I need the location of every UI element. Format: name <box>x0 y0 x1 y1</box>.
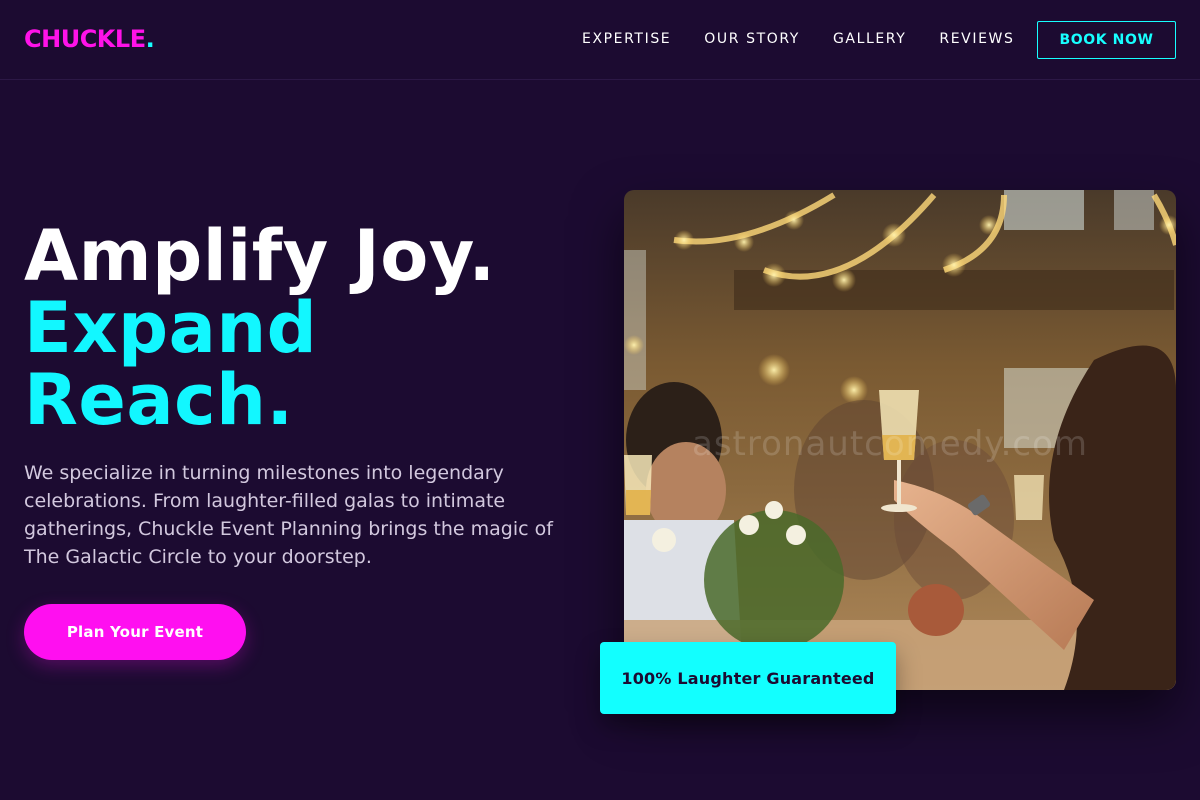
headline-line-2: Expand <box>24 287 318 369</box>
site-header: CHUCKLE. EXPERTISE OUR STORY GALLERY REV… <box>0 0 1200 80</box>
nav-link-expertise[interactable]: EXPERTISE <box>582 30 671 48</box>
plan-your-event-button[interactable]: Plan Your Event <box>24 604 246 660</box>
headline-line-1: Amplify Joy. <box>24 215 496 297</box>
logo-text: CHUCKLE <box>24 25 146 53</box>
main-nav: EXPERTISE OUR STORY GALLERY REVIEWS <box>582 30 1047 48</box>
nav-link-our-story[interactable]: OUR STORY <box>704 30 800 48</box>
hero-headline: Amplify Joy. Expand Reach. <box>24 220 584 436</box>
headline-line-3: Reach. <box>24 359 294 441</box>
nav-link-gallery[interactable]: GALLERY <box>833 30 906 48</box>
book-now-button[interactable]: BOOK NOW <box>1037 21 1176 59</box>
nav-link-reviews[interactable]: REVIEWS <box>939 30 1014 48</box>
hero-description: We specialize in turning milestones into… <box>24 462 553 568</box>
logo[interactable]: CHUCKLE. <box>24 24 155 54</box>
laughter-guarantee-badge: 100% Laughter Guaranteed <box>600 642 896 714</box>
logo-dot: . <box>145 25 155 53</box>
image-watermark: astronautcomedy.com <box>692 424 1088 464</box>
